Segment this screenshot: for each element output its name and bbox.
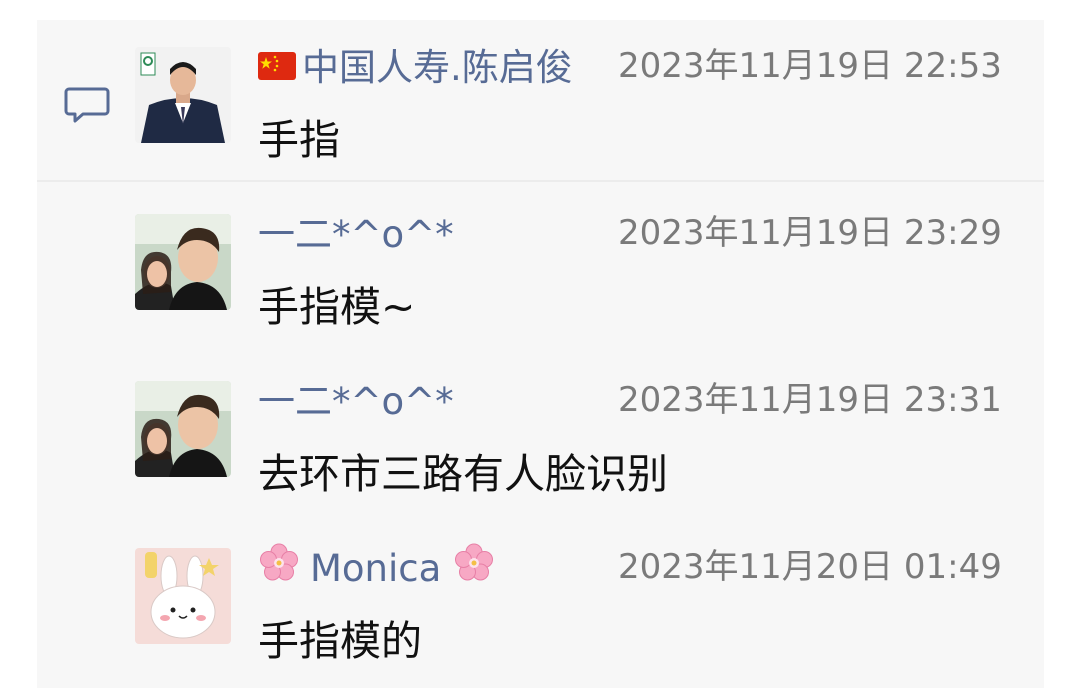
comment-text: 手指模的 xyxy=(258,617,422,665)
commenter-name-text: 一二*^o^* xyxy=(258,380,454,423)
commenter-name[interactable]: 一二*^o^* xyxy=(258,211,454,259)
comment-time: 2023年11月20日 01:49 xyxy=(618,547,1002,587)
avatar[interactable] xyxy=(135,214,231,310)
comment-time: 2023年11月19日 22:53 xyxy=(618,46,1002,86)
comment-time: 2023年11月19日 23:29 xyxy=(618,213,1002,253)
comment-text: 手指模~ xyxy=(258,283,416,331)
commenter-name-text: Monica xyxy=(310,547,442,590)
comment-time: 2023年11月19日 23:31 xyxy=(618,380,1002,420)
avatar[interactable] xyxy=(135,47,231,143)
commenter-name-text: 中国人寿.陈启俊 xyxy=(302,46,573,89)
cherry-blossom-icon xyxy=(453,542,495,596)
commenter-name-text: 一二*^o^* xyxy=(258,213,454,256)
comment-item[interactable]: 一二*^o^* 2023年11月19日 23:31 去环市三路有人脸识别 xyxy=(0,334,1080,498)
commenter-name[interactable]: Monica xyxy=(258,542,495,596)
comment-item[interactable]: 中国人寿.陈启俊 2023年11月19日 22:53 手指 xyxy=(0,0,1080,164)
comment-text: 手指 xyxy=(258,116,340,164)
man-in-suit-avatar xyxy=(135,47,231,143)
avatar[interactable] xyxy=(135,548,231,644)
commenter-name[interactable]: 中国人寿.陈启俊 xyxy=(258,44,573,92)
comment-item[interactable]: Monica 2023年11月20日 01:49 手指模的 xyxy=(0,501,1080,665)
cartoon-bunny-avatar xyxy=(135,548,231,644)
two-people-selfie-avatar xyxy=(135,214,231,310)
commenter-name[interactable]: 一二*^o^* xyxy=(258,378,454,426)
avatar[interactable] xyxy=(135,381,231,477)
comment-item[interactable]: 一二*^o^* 2023年11月19日 23:29 手指模~ xyxy=(0,167,1080,331)
cherry-blossom-icon xyxy=(258,542,300,596)
comment-text: 去环市三路有人脸识别 xyxy=(258,450,668,498)
two-people-selfie-avatar xyxy=(135,381,231,477)
china-flag-icon xyxy=(258,44,296,92)
